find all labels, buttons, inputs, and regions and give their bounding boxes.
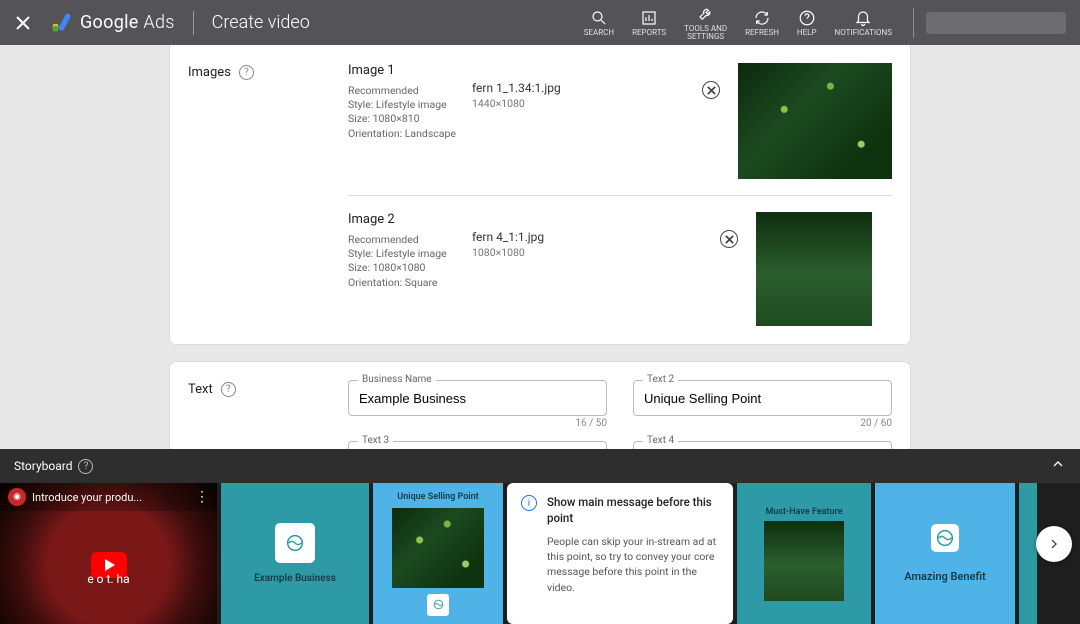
divider bbox=[913, 8, 914, 38]
help-icon bbox=[798, 9, 816, 27]
file-name: fern 4_1:1.jpg bbox=[472, 230, 720, 244]
text3-field: Text 3 17 / 60 bbox=[348, 441, 607, 449]
storyboard-video-preview[interactable]: ◉ Introduce your produ... ⋮ e o t. ha bbox=[0, 483, 217, 624]
reports-icon bbox=[640, 9, 658, 27]
storyboard-track[interactable]: ◉ Introduce your produ... ⋮ e o t. ha Ex… bbox=[0, 483, 1080, 624]
app-header: Google Ads Create video SEARCH REPORTS T… bbox=[0, 0, 1080, 45]
tools-settings-button[interactable]: TOOLS AND SETTINGS bbox=[684, 5, 727, 41]
image-title: Image 1 bbox=[348, 63, 468, 78]
slide-caption: Example Business bbox=[254, 573, 336, 584]
brand-logo: Google Ads bbox=[50, 12, 175, 34]
char-counter: 16 / 50 bbox=[348, 418, 607, 429]
image-thumbnail[interactable] bbox=[756, 212, 872, 326]
main-content: Images ? Image 1 Recommended Style: Life… bbox=[0, 45, 1080, 449]
info-body: People can skip your in-stream ad at thi… bbox=[547, 534, 719, 595]
file-name: fern 1_1.34:1.jpg bbox=[472, 81, 702, 95]
search-button[interactable]: SEARCH bbox=[584, 9, 614, 37]
storyboard-next-button[interactable] bbox=[1036, 526, 1072, 562]
refresh-icon bbox=[753, 9, 771, 27]
brand-logo-icon bbox=[427, 594, 449, 616]
collapse-button[interactable] bbox=[1050, 456, 1066, 476]
slide-header: Must-Have Feature bbox=[765, 507, 842, 517]
business-name-input[interactable] bbox=[348, 380, 607, 416]
avatar-icon: ◉ bbox=[8, 488, 26, 506]
image-row: Image 2 Recommended Style: Lifestyle ima… bbox=[348, 212, 892, 326]
text2-input[interactable] bbox=[633, 380, 892, 416]
text-card: Text ? Business Name 16 / 50 Text 2 bbox=[170, 362, 910, 449]
refresh-button[interactable]: REFRESH bbox=[745, 9, 779, 37]
slide-header: Unique Selling Point bbox=[397, 492, 478, 502]
bell-icon bbox=[854, 9, 872, 27]
storyboard-slide[interactable]: Must-Have Feature bbox=[737, 483, 871, 624]
slide-image bbox=[764, 521, 844, 601]
header-toolbar: SEARCH REPORTS TOOLS AND SETTINGS REFRES… bbox=[575, 5, 901, 41]
storyboard-panel: Storyboard ? ◉ Introduce your produ... ⋮… bbox=[0, 449, 1080, 624]
image-thumbnail[interactable] bbox=[738, 63, 892, 179]
video-title: Introduce your produ... bbox=[32, 491, 195, 504]
brand-logo-icon bbox=[275, 523, 315, 563]
search-icon bbox=[590, 9, 608, 27]
brand-text: Google Ads bbox=[80, 12, 175, 33]
info-icon: i bbox=[521, 495, 537, 511]
storyboard-info-card: i Show main message before this point Pe… bbox=[507, 483, 733, 624]
close-icon bbox=[707, 86, 716, 95]
section-label-text: Text ? bbox=[188, 380, 348, 449]
storyboard-slide[interactable] bbox=[1019, 483, 1037, 624]
file-dimensions: 1440×1080 bbox=[472, 97, 702, 110]
notifications-button[interactable]: NOTIFICATIONS bbox=[835, 9, 892, 37]
help-icon[interactable]: ? bbox=[221, 382, 236, 397]
file-dimensions: 1080×1080 bbox=[472, 246, 720, 259]
help-icon[interactable]: ? bbox=[239, 65, 254, 80]
storyboard-header: Storyboard ? bbox=[0, 449, 1080, 483]
close-icon[interactable] bbox=[14, 14, 32, 32]
wrench-icon bbox=[697, 5, 715, 23]
reports-button[interactable]: REPORTS bbox=[632, 9, 666, 37]
image-row: Image 1 Recommended Style: Lifestyle ima… bbox=[348, 63, 892, 179]
brand-logo-icon bbox=[931, 524, 959, 552]
storyboard-slide[interactable]: Unique Selling Point bbox=[373, 483, 503, 624]
image-title: Image 2 bbox=[348, 212, 468, 227]
video-caption: e o t. ha bbox=[0, 572, 217, 586]
section-label-images: Images ? bbox=[188, 63, 348, 326]
divider bbox=[193, 11, 194, 35]
char-counter: 20 / 60 bbox=[633, 418, 892, 429]
slide-caption: Amazing Benefit bbox=[904, 570, 985, 583]
remove-image-button[interactable] bbox=[720, 230, 738, 248]
chevron-right-icon bbox=[1046, 536, 1062, 552]
text4-field: Text 4 15 / 90 bbox=[633, 441, 892, 449]
account-selector[interactable] bbox=[926, 12, 1066, 34]
help-icon[interactable]: ? bbox=[78, 459, 93, 474]
business-name-field: Business Name 16 / 50 bbox=[348, 380, 607, 429]
info-title: Show main message before this point bbox=[547, 495, 719, 526]
slide-image bbox=[392, 508, 484, 588]
more-icon[interactable]: ⋮ bbox=[195, 489, 209, 505]
page-title: Create video bbox=[212, 12, 310, 33]
images-card: Images ? Image 1 Recommended Style: Life… bbox=[170, 45, 910, 344]
storyboard-slide[interactable]: Amazing Benefit bbox=[875, 483, 1015, 624]
help-button[interactable]: HELP bbox=[797, 9, 817, 37]
storyboard-slide[interactable]: Example Business bbox=[221, 483, 369, 624]
text2-field: Text 2 20 / 60 bbox=[633, 380, 892, 429]
remove-image-button[interactable] bbox=[702, 81, 720, 99]
storyboard-title: Storyboard bbox=[14, 459, 72, 473]
google-ads-logo-icon bbox=[50, 12, 72, 34]
close-icon bbox=[725, 235, 734, 244]
chevron-up-icon bbox=[1050, 456, 1066, 472]
